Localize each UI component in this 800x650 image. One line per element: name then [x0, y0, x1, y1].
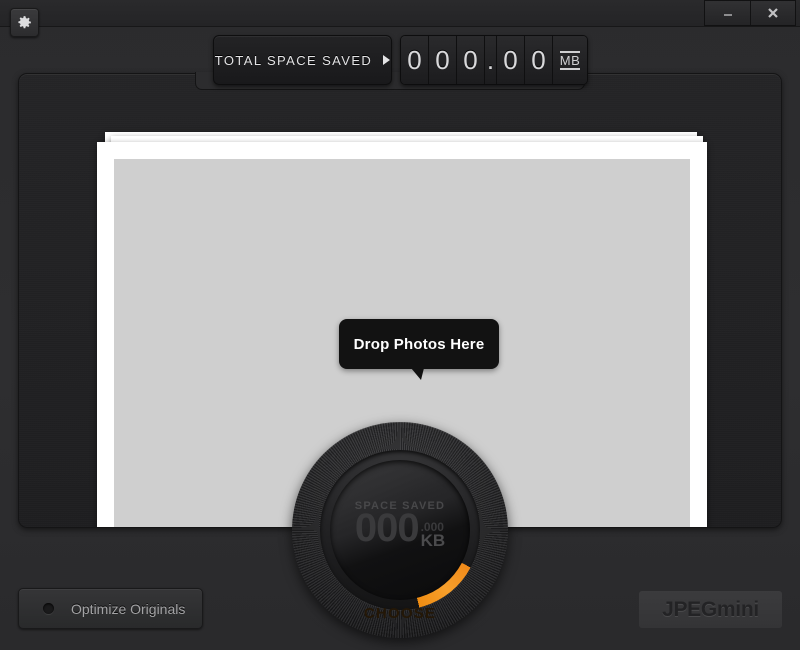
dial-value-suffix: .000 KB: [420, 520, 446, 550]
total-space-saved-label: TOTAL SPACE SAVED: [214, 52, 373, 68]
close-button[interactable]: [750, 1, 795, 25]
app-window: Drop Photos Here TOTAL SPACE SAVED 0 0 0…: [0, 0, 800, 650]
window-controls: [704, 0, 796, 26]
optimize-originals-toggle[interactable]: Optimize Originals: [18, 588, 203, 629]
dial-value: 000: [354, 505, 420, 550]
counter-digit: 0: [457, 36, 485, 84]
dial-value-group: 000 .000 KB: [354, 505, 446, 550]
counter-digit: 0: [525, 36, 553, 84]
dial-readout: SPACE SAVED 000 .000 KB: [330, 460, 470, 600]
close-icon: [768, 8, 778, 18]
counter-digit: 0: [497, 36, 525, 84]
title-bar: [0, 0, 800, 27]
minimize-button[interactable]: [705, 1, 750, 25]
choose-button[interactable]: CHOOSE: [292, 605, 508, 622]
space-saved-readout: 0 0 0 . 0 0 MB: [400, 35, 588, 85]
counter-digit: 0: [429, 36, 457, 84]
drop-photos-tooltip: Drop Photos Here: [339, 319, 499, 380]
minimize-icon: [723, 14, 732, 16]
optimize-originals-label: Optimize Originals: [71, 600, 186, 617]
chevron-right-icon: [383, 55, 391, 65]
jpegmini-logo-text: JPEGmini: [662, 597, 759, 621]
counter-unit-label: MB: [559, 50, 581, 70]
counter-decimal-point: .: [485, 36, 497, 84]
total-space-saved-button[interactable]: TOTAL SPACE SAVED: [213, 35, 392, 85]
gear-icon: [18, 16, 31, 29]
drop-photos-label: Drop Photos Here: [353, 335, 485, 353]
dial-face: SPACE SAVED 000 .000 KB: [330, 460, 470, 600]
counter-unit-toggle[interactable]: MB: [553, 36, 587, 84]
dial-unit: KB: [420, 530, 446, 550]
total-space-saved-bar: TOTAL SPACE SAVED 0 0 0 . 0 0 MB: [213, 35, 588, 85]
counter-digit: 0: [401, 36, 429, 84]
radio-icon: [43, 603, 54, 614]
jpegmini-logo: JPEGmini: [639, 591, 782, 628]
space-saved-dial: SPACE SAVED 000 .000 KB CHOOSE: [292, 422, 508, 638]
settings-button[interactable]: [10, 8, 39, 37]
